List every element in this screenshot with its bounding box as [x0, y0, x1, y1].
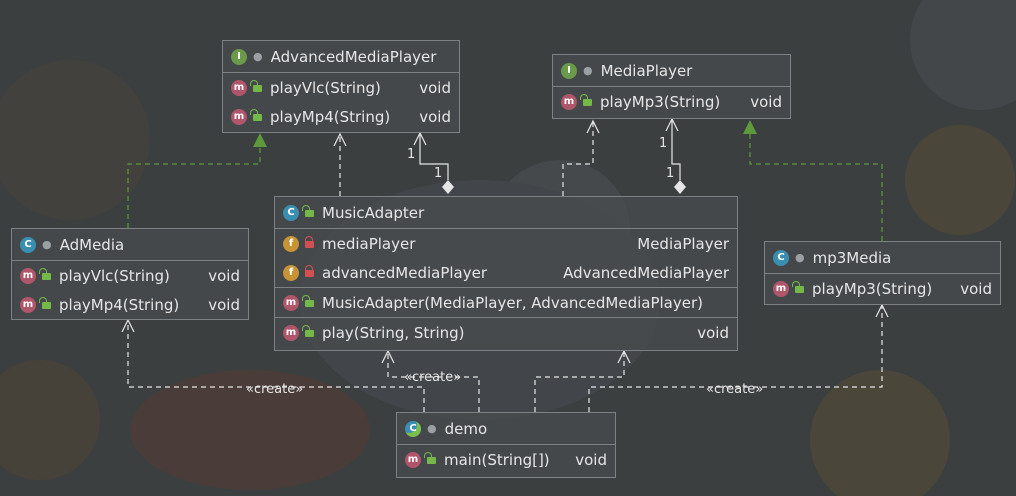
public-icon — [792, 281, 804, 293]
dependency-demo-musicadapter — [534, 351, 625, 412]
aggregation-diamond-right — [674, 180, 686, 194]
class-name: AdMedia — [59, 235, 125, 254]
class-header: C ● demo — [397, 413, 615, 445]
public-icon — [302, 205, 314, 217]
public-icon — [250, 109, 262, 121]
multiplicity-label: 1 — [666, 166, 675, 181]
method-name: playVlc(String) — [270, 78, 381, 97]
field-row[interactable]: f mediaPlayer MediaPlayer — [275, 229, 737, 258]
method-type: void — [208, 266, 240, 285]
class-name: AdvancedMediaPlayer — [270, 47, 437, 66]
field-icon: f — [283, 264, 299, 281]
private-icon — [305, 265, 314, 277]
public-icon — [250, 80, 262, 92]
implements-admedia-advancedmediaplayer — [127, 136, 261, 228]
method-type: void — [697, 323, 729, 342]
class-icon: C — [773, 249, 789, 266]
multiplicity-label: 1 — [659, 136, 668, 151]
field-name: advancedMediaPlayer — [322, 263, 488, 282]
class-ad-media[interactable]: C ● AdMedia m playVlc(String) void m pla… — [11, 228, 249, 320]
method-type: void — [960, 279, 992, 298]
class-name: mp3Media — [812, 248, 892, 267]
public-icon — [424, 452, 436, 464]
public-icon — [302, 325, 314, 337]
method-type: void — [419, 107, 451, 126]
class-mp3-media[interactable]: C ● mp3Media m playMp3(String) void — [764, 241, 1001, 305]
field-name: mediaPlayer — [322, 234, 416, 253]
aggregation-diamond-left — [442, 180, 454, 194]
field-type: MediaPlayer — [637, 234, 729, 253]
multiplicity-label: 1 — [434, 166, 443, 181]
class-name: demo — [444, 419, 488, 438]
method-name: play(String, String) — [322, 323, 465, 342]
create-label: «create» — [246, 382, 304, 397]
public-icon — [39, 297, 51, 309]
class-header: C MusicAdapter — [275, 197, 737, 229]
class-header: I ● MediaPlayer — [553, 55, 790, 87]
interface-icon: I — [561, 62, 577, 79]
method-icon: m — [231, 108, 247, 125]
class-media-player[interactable]: I ● MediaPlayer m playMp3(String) void — [552, 54, 791, 119]
class-header: C ● mp3Media — [765, 242, 1000, 274]
public-icon — [580, 94, 592, 106]
class-header: C ● AdMedia — [12, 229, 248, 261]
method-type: void — [208, 295, 240, 314]
create-label: «create» — [706, 382, 764, 397]
field-icon: f — [283, 235, 299, 252]
class-music-adapter[interactable]: C MusicAdapter f mediaPlayer MediaPlayer… — [274, 196, 738, 351]
method-name: playVlc(String) — [59, 266, 170, 285]
method-type: void — [419, 78, 451, 97]
public-icon — [39, 268, 51, 280]
method-row[interactable]: m playMp3(String) void — [765, 274, 1000, 303]
method-row[interactable]: m playVlc(String) void — [223, 73, 459, 102]
method-type: void — [575, 450, 607, 469]
create-label: «create» — [404, 370, 462, 385]
dependency-musicadapter-mediaplayer — [562, 121, 594, 196]
package-visibility-icon: ● — [795, 251, 805, 264]
field-type: AdvancedMediaPlayer — [563, 263, 729, 282]
package-visibility-icon: ● — [583, 64, 593, 77]
implements-mp3media-mediaplayer — [749, 134, 883, 241]
class-advanced-media-player[interactable]: I ● AdvancedMediaPlayer m playVlc(String… — [222, 40, 460, 133]
implements-arrowhead-right — [743, 120, 757, 134]
public-icon — [302, 295, 314, 307]
class-header: I ● AdvancedMediaPlayer — [223, 41, 459, 73]
class-demo[interactable]: C ● demo m main(String[]) void — [396, 412, 616, 478]
method-name: playMp4(String) — [270, 107, 391, 126]
method-row[interactable]: m playVlc(String) void — [12, 261, 248, 290]
method-icon: m — [405, 451, 421, 468]
method-row[interactable]: m playMp4(String) void — [223, 102, 459, 131]
main-class-icon: C — [405, 420, 421, 437]
method-icon: m — [561, 93, 577, 110]
method-type: void — [750, 92, 782, 111]
implements-arrowhead-left — [253, 133, 267, 147]
class-icon: C — [283, 204, 299, 221]
constructor-row[interactable]: m MusicAdapter(MediaPlayer, AdvancedMedi… — [275, 288, 737, 317]
method-name: playMp3(String) — [600, 92, 721, 111]
method-name: playMp3(String) — [812, 279, 933, 298]
private-icon — [305, 236, 314, 248]
constructor-name: MusicAdapter(MediaPlayer, AdvancedMediaP… — [322, 293, 703, 312]
method-row[interactable]: m playMp3(String) void — [553, 87, 790, 116]
method-icon: m — [20, 267, 36, 284]
method-row[interactable]: m play(String, String) void — [275, 318, 737, 347]
method-icon: m — [283, 324, 299, 341]
package-visibility-icon: ● — [253, 50, 263, 63]
method-row[interactable]: m main(String[]) void — [397, 445, 615, 474]
method-icon: m — [231, 79, 247, 96]
method-name: main(String[]) — [444, 450, 550, 469]
class-name: MediaPlayer — [600, 61, 693, 80]
package-visibility-icon: ● — [427, 422, 437, 435]
interface-icon: I — [231, 48, 247, 65]
method-icon: m — [20, 296, 36, 313]
method-name: playMp4(String) — [59, 295, 180, 314]
class-name: MusicAdapter — [322, 203, 425, 222]
field-row[interactable]: f advancedMediaPlayer AdvancedMediaPlaye… — [275, 258, 737, 287]
package-visibility-icon: ● — [42, 238, 52, 251]
multiplicity-label: 1 — [407, 147, 416, 162]
method-row[interactable]: m playMp4(String) void — [12, 290, 248, 319]
method-icon: m — [283, 294, 299, 311]
class-icon: C — [20, 236, 36, 253]
method-icon: m — [773, 280, 789, 297]
